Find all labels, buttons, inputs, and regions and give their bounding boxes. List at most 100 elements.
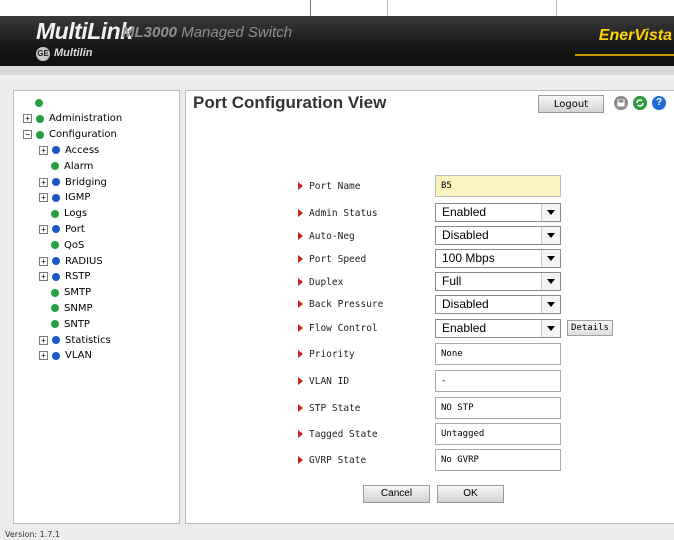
sidebar-item-smtp[interactable]: SMTP: [51, 285, 93, 301]
bullet-icon: [35, 99, 43, 107]
label-back-pressure: Back Pressure: [298, 297, 383, 311]
label-port-speed: Port Speed: [298, 252, 366, 266]
sidebar-item-label: Logs: [64, 208, 88, 220]
expand-icon[interactable]: +: [39, 351, 48, 361]
cancel-button[interactable]: Cancel: [363, 485, 430, 503]
sidebar-item-configuration[interactable]: − Configuration: [23, 127, 119, 143]
auto-neg-select[interactable]: Disabled: [435, 226, 561, 245]
label-tagged-state: Tagged State: [298, 427, 378, 441]
enervista-underline: [575, 54, 674, 56]
sidebar-item-port[interactable]: + Port: [39, 221, 87, 237]
stp-state-field: NO STP: [435, 397, 561, 419]
top-strip-segment: [0, 0, 310, 17]
label-admin-status: Admin Status: [298, 206, 378, 220]
enervista-logo: EnerVista: [598, 27, 672, 44]
bullet-arrow-icon: [298, 377, 303, 385]
label-duplex: Duplex: [298, 275, 343, 289]
app-header: MultiLink ML3000 Managed Switch GE Multi…: [0, 16, 674, 66]
gvrp-state-field: No GVRP: [435, 449, 561, 471]
chevron-down-icon: [541, 320, 560, 337]
help-icon[interactable]: ?: [652, 96, 666, 110]
sidebar-item-igmp[interactable]: + IGMP: [39, 190, 92, 206]
top-strip-segment: [556, 0, 674, 16]
expand-icon[interactable]: +: [39, 256, 48, 266]
flow-control-select[interactable]: Enabled: [435, 319, 561, 338]
ge-logo-icon: GE: [36, 47, 50, 61]
bullet-arrow-icon: [298, 350, 303, 358]
sidebar-item-statistics[interactable]: + Statistics: [39, 332, 113, 348]
duplex-select[interactable]: Full: [435, 272, 561, 291]
bullet-icon: [51, 320, 59, 329]
save-icon[interactable]: [614, 96, 628, 110]
bullet-icon: [36, 114, 44, 123]
bullet-icon: [52, 146, 60, 155]
sidebar-item-label: Statistics: [65, 334, 111, 346]
chevron-down-icon: [541, 296, 560, 313]
sidebar-item-radius[interactable]: + RADIUS: [39, 253, 105, 269]
label-stp-state: STP State: [298, 401, 360, 415]
sidebar-item-snmp[interactable]: SNMP: [51, 300, 95, 316]
bullet-arrow-icon: [298, 232, 303, 240]
back-pressure-select[interactable]: Disabled: [435, 295, 561, 314]
sidebar-item-logs[interactable]: Logs: [51, 206, 89, 222]
expand-icon[interactable]: +: [39, 145, 48, 155]
chevron-down-icon: [541, 204, 560, 221]
header-band: [0, 66, 674, 75]
bullet-icon: [51, 241, 59, 250]
sidebar-item-alarm[interactable]: Alarm: [51, 158, 95, 174]
content-panel: [185, 90, 674, 524]
expand-icon[interactable]: +: [23, 114, 32, 124]
ok-button[interactable]: OK: [437, 485, 504, 503]
company-name: Multilin: [54, 47, 93, 59]
sidebar-item-label: SMTP: [64, 287, 92, 299]
expand-icon[interactable]: +: [39, 272, 48, 282]
sidebar-item-sntp[interactable]: SNTP: [51, 316, 92, 332]
product-logo: MultiLink: [36, 18, 133, 44]
bullet-arrow-icon: [298, 324, 303, 332]
expand-icon[interactable]: +: [39, 224, 48, 234]
bullet-arrow-icon: [298, 209, 303, 217]
sidebar-item-qos[interactable]: QoS: [51, 237, 86, 253]
label-vlan-id: VLAN ID: [298, 374, 349, 388]
collapse-icon[interactable]: −: [23, 130, 32, 140]
label-priority: Priority: [298, 347, 355, 361]
bullet-icon: [52, 225, 60, 234]
bullet-icon: [52, 178, 60, 186]
sidebar-item-label: Bridging: [65, 176, 107, 188]
expand-icon[interactable]: +: [39, 193, 48, 203]
expand-icon[interactable]: +: [39, 177, 48, 187]
vlan-id-field: -: [435, 370, 561, 392]
sidebar-item-bridging[interactable]: + Bridging: [39, 174, 109, 190]
port-name-input[interactable]: B5: [435, 175, 561, 197]
details-button[interactable]: Details: [567, 320, 613, 336]
sidebar-item-rstp[interactable]: + RSTP: [39, 269, 92, 285]
refresh-arrows-icon: [633, 96, 647, 110]
bullet-icon: [52, 351, 60, 360]
tagged-state-field: Untagged: [435, 423, 561, 445]
top-strip-segment: [310, 0, 388, 16]
sidebar-item-label: SNMP: [64, 302, 93, 314]
bullet-icon: [36, 130, 44, 139]
port-speed-select[interactable]: 100 Mbps: [435, 249, 561, 268]
sidebar-item-vlan[interactable]: + VLAN: [39, 348, 94, 364]
bullet-icon: [52, 193, 60, 202]
page-title: Port Configuration View: [193, 93, 387, 112]
bullet-icon: [51, 162, 59, 171]
bullet-icon: [51, 288, 59, 297]
expand-icon[interactable]: +: [39, 335, 48, 345]
sidebar: Graphical Display+Administration−Configu…: [13, 90, 596, 524]
sidebar-item-access[interactable]: + Access: [39, 142, 101, 158]
bullet-arrow-icon: [298, 430, 303, 438]
logout-button[interactable]: Logout: [538, 95, 604, 113]
bullet-arrow-icon: [298, 300, 303, 308]
sidebar-item-graphical-display[interactable]: Graphical Display: [35, 93, 596, 113]
refresh-icon[interactable]: [633, 96, 647, 110]
label-port-name: Port Name: [298, 179, 360, 193]
bullet-icon: [51, 304, 59, 313]
admin-status-select[interactable]: Enabled: [435, 203, 561, 222]
top-strip-segment: [386, 0, 557, 17]
sidebar-item-label: Access: [65, 144, 100, 156]
bullet-arrow-icon: [298, 255, 303, 263]
sidebar-item-label: RADIUS: [65, 255, 103, 267]
sidebar-item-administration[interactable]: + Administration: [23, 111, 124, 127]
